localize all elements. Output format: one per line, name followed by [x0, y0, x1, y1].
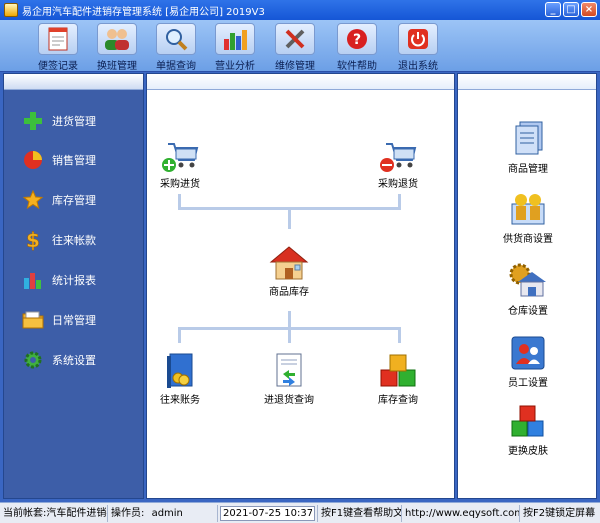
website-link[interactable]: http://www.eqysoft.com/: [402, 504, 520, 522]
sidebar-header: [4, 74, 143, 90]
sidebar-item-reports[interactable]: 统计报表: [22, 269, 96, 291]
sidebar-item-inventory[interactable]: 库存管理: [22, 189, 96, 211]
sidebar-item-sales[interactable]: 销售管理: [22, 149, 96, 171]
warehouse-icon: [507, 260, 549, 302]
notepad-icon: [38, 23, 78, 55]
bar-chart-icon: [215, 23, 255, 55]
stock-query-item[interactable]: 库存查询: [369, 352, 427, 406]
plus-icon: [22, 110, 44, 132]
star-icon: [22, 189, 44, 211]
toolbar: 便签记录 换班管理 单据查询 营业分析 维修管理 ? 软件帮助 退出系统: [0, 20, 600, 72]
boxes-icon: [369, 352, 427, 390]
help-hint: 按F1键查看帮助文档: [318, 504, 402, 522]
accounts-item[interactable]: 往来账务: [151, 352, 209, 406]
sidebar-item-daily[interactable]: 日常管理: [22, 309, 96, 331]
account-cell: 当前帐套:汽车配件进销存: [0, 504, 108, 522]
help-button[interactable]: ? 软件帮助: [329, 23, 385, 72]
sidebar-item-purchase[interactable]: 进货管理: [22, 110, 96, 132]
right-menu-panel: 商品管理 供货商设置 仓库设置 员工设置 更换皮肤: [457, 73, 597, 499]
cart-remove-icon: [369, 138, 427, 174]
repair-button[interactable]: 维修管理: [267, 23, 323, 72]
flow-line: [288, 207, 291, 229]
inventory-item[interactable]: 商品库存: [259, 244, 319, 298]
sidebar: 进货管理 销售管理 库存管理 $ 往来帐款 统计报表 日常管理 系统设置: [3, 73, 144, 499]
warehouse-settings-item[interactable]: 仓库设置: [458, 260, 598, 317]
datetime-cell: [218, 504, 318, 522]
sidebar-item-accounts[interactable]: $ 往来帐款: [22, 229, 96, 251]
staff-icon: [507, 332, 549, 374]
document-arrows-icon: [255, 352, 323, 390]
svg-text:$: $: [26, 229, 40, 251]
right-panel-header: [458, 74, 596, 90]
flow-panel: 采购进货 采购退货 商品库存 往来账务 进退货查询 库存查询: [146, 73, 455, 499]
search-icon: [156, 23, 196, 55]
flow-line: [178, 327, 181, 343]
ledger-icon: [151, 352, 209, 390]
purchase-in-item[interactable]: 采购进货: [151, 138, 209, 190]
maximize-button[interactable]: □: [563, 2, 579, 17]
supplier-settings-item[interactable]: 供货商设置: [458, 188, 598, 245]
app-icon: [4, 3, 18, 17]
supplier-icon: [507, 188, 549, 230]
window-title: 易企用汽车配件进销存管理系统 [易企用公司] 2019V3: [22, 6, 265, 18]
title-bar: 易企用汽车配件进销存管理系统 [易企用公司] 2019V3 _ □ ×: [0, 0, 600, 20]
house-icon: [259, 244, 319, 282]
status-bar: 当前帐套:汽车配件进销存 操作员: admin 按F1键查看帮助文档 http:…: [0, 502, 600, 523]
cubes-icon: [507, 400, 549, 442]
dollar-icon: $: [22, 229, 44, 251]
people-icon: [97, 23, 137, 55]
pie-chart-icon: [22, 149, 44, 171]
operator-cell: 操作员: admin: [108, 504, 218, 522]
window-controls: _ □ ×: [545, 2, 597, 17]
close-button[interactable]: ×: [581, 2, 597, 17]
io-query-item[interactable]: 进退货查询: [255, 352, 323, 406]
shift-button[interactable]: 换班管理: [89, 23, 145, 72]
change-skin-item[interactable]: 更换皮肤: [458, 400, 598, 457]
document-stack-icon: [507, 118, 549, 160]
cart-add-icon: [151, 138, 209, 174]
product-management-item[interactable]: 商品管理: [458, 118, 598, 175]
notes-button[interactable]: 便签记录: [30, 23, 86, 72]
datetime-field: [220, 505, 315, 521]
purchase-return-item[interactable]: 采购退货: [369, 138, 427, 190]
flow-panel-header: [147, 74, 454, 90]
operator-value: admin: [151, 507, 183, 519]
power-icon: [398, 23, 438, 55]
sidebar-item-settings[interactable]: 系统设置: [22, 349, 96, 371]
business-analysis-button[interactable]: 营业分析: [207, 23, 263, 72]
flow-line: [288, 327, 291, 343]
lock-hint: 按F2键锁定屏幕: [523, 507, 596, 519]
account-value: 汽车配件进销存: [46, 507, 107, 519]
minimize-button[interactable]: _: [545, 2, 561, 17]
gear-icon: [22, 349, 44, 371]
help-icon: ?: [337, 23, 377, 55]
svg-text:?: ?: [353, 32, 361, 48]
tools-icon: [275, 23, 315, 55]
bar-chart-icon: [22, 269, 44, 291]
exit-button[interactable]: 退出系统: [390, 23, 446, 72]
flow-line: [398, 327, 401, 343]
doc-query-button[interactable]: 单据查询: [148, 23, 204, 72]
staff-settings-item[interactable]: 员工设置: [458, 332, 598, 389]
folder-icon: [22, 309, 44, 331]
